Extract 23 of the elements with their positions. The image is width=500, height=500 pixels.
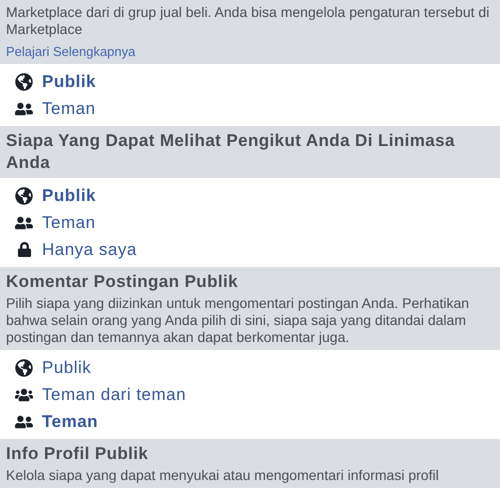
two-people-icon: [15, 100, 33, 118]
two-people-icon: [15, 214, 33, 232]
section-heading: Komentar Postingan Publik: [6, 271, 239, 293]
privacy-option[interactable]: Teman dari teman: [0, 381, 500, 408]
section-description: Kelola siapa yang dapat menyukai atau mengomentari informasi profil: [6, 467, 440, 484]
group-icon: [15, 386, 33, 404]
privacy-option[interactable]: Teman: [0, 408, 500, 435]
section-description: Marketplace dari di grup jual beli. Anda bisa mengelola pengaturan tersebut di Marketplace: [6, 4, 490, 38]
learn-more-link[interactable]: Pelajari Selengkapnya: [6, 43, 136, 60]
privacy-option[interactable]: Teman: [0, 95, 500, 122]
privacy-option[interactable]: Publik: [0, 354, 500, 381]
lock-icon: [16, 242, 32, 257]
globe-icon: [15, 358, 33, 376]
section-heading: Info Profil Publik: [6, 443, 150, 465]
privacy-option[interactable]: Teman: [0, 209, 500, 236]
privacy-option[interactable]: Publik: [0, 68, 500, 95]
section-heading: Siapa Yang Dapat Melihat Pengikut Anda Di Linimasa Anda: [6, 130, 456, 174]
privacy-option[interactable]: Publik: [0, 182, 500, 209]
section-description: Pilih siapa yang diizinkan untuk mengomentari postingan Anda. Perhatikan bahwa selain orang yang Anda pilih di sini, siapa saja yang ditandai dalam postingan dan temannya akan dapat berkomentar juga.: [6, 295, 470, 346]
two-people-icon: [15, 412, 33, 430]
globe-icon: [15, 186, 33, 204]
privacy-option[interactable]: Hanya saya: [0, 236, 500, 263]
globe-icon: [15, 72, 33, 90]
